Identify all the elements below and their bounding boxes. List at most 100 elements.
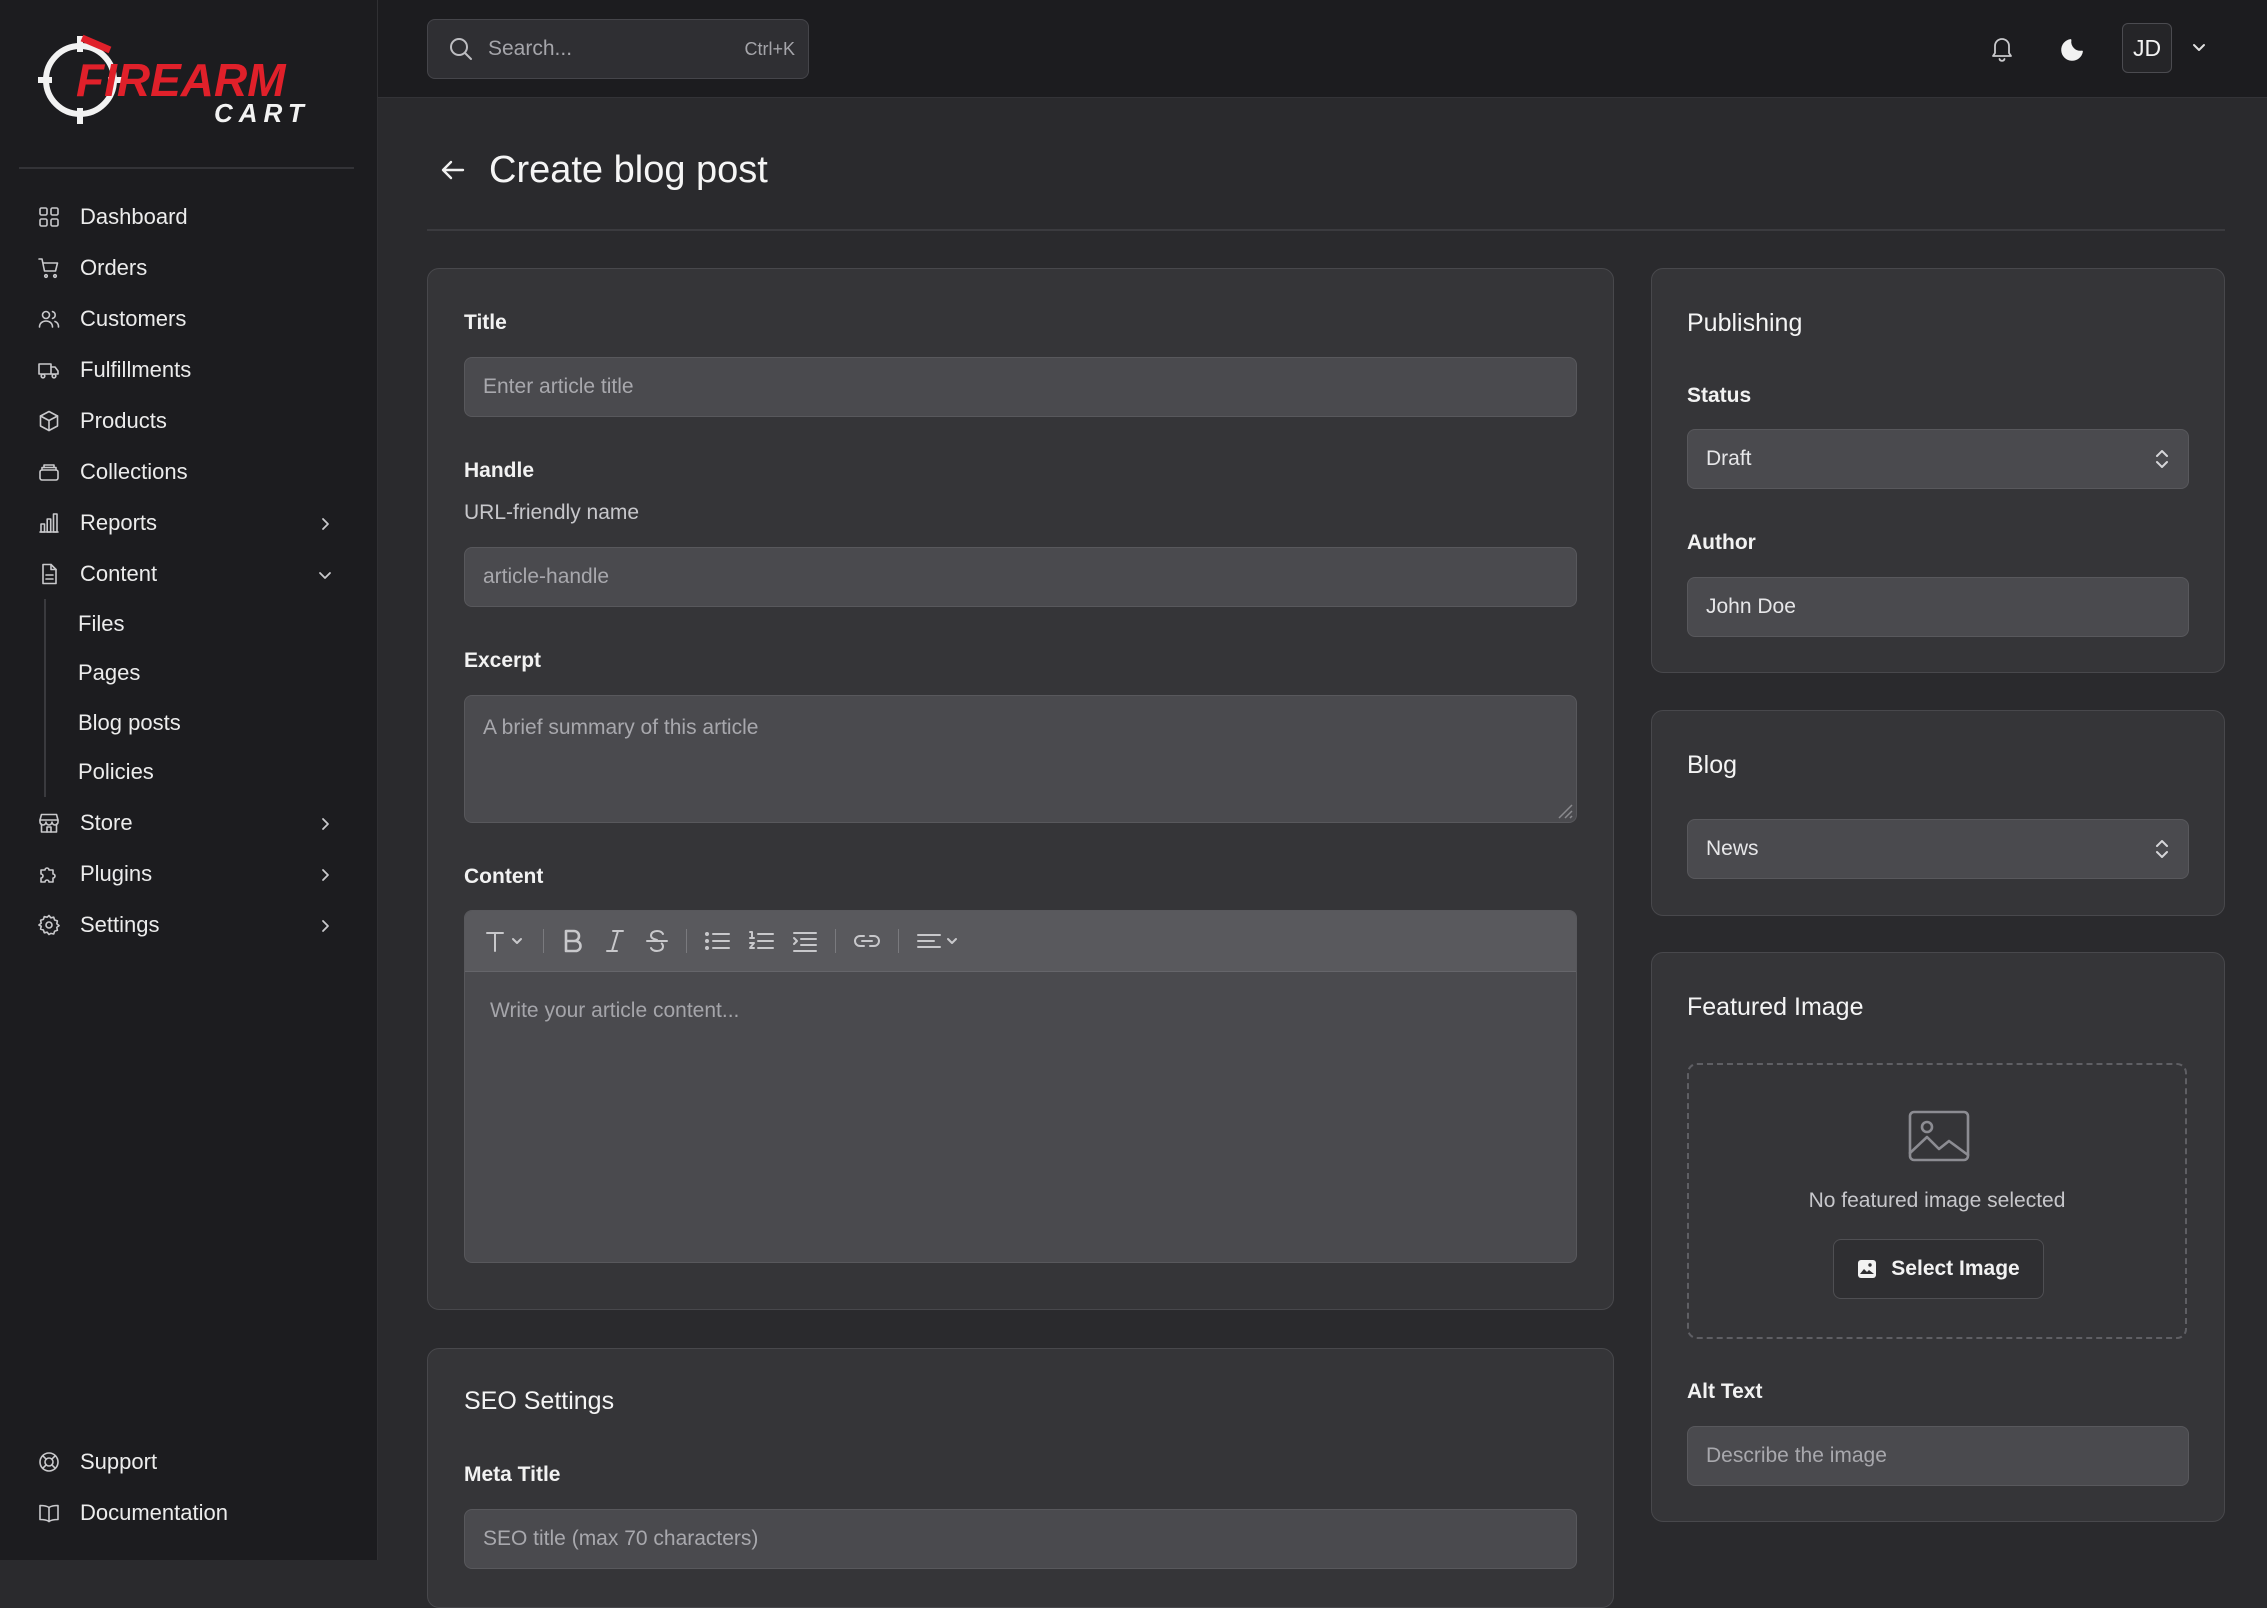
search-input[interactable]: Search... Ctrl+K: [427, 19, 809, 79]
sidebar-item-dashboard[interactable]: Dashboard: [0, 191, 378, 242]
author-value: John Doe: [1706, 595, 1796, 618]
sidebar-item-label: Store: [80, 809, 133, 835]
select-arrows-icon: [2150, 446, 2174, 472]
alt-text-label: Alt Text: [1687, 1380, 1763, 1403]
back-arrow-icon[interactable]: [437, 154, 469, 186]
sidebar-item-label: Products: [80, 407, 167, 433]
box-icon: [37, 409, 61, 433]
align-left-icon: [917, 934, 957, 948]
blog-select[interactable]: News: [1687, 819, 2189, 879]
toolbar-separator: [686, 929, 687, 953]
sidebar-item-fulfillments[interactable]: Fulfillments: [0, 344, 378, 395]
sidebar-item-store[interactable]: Store: [0, 797, 378, 848]
photo-icon: [1857, 1259, 1877, 1279]
editor-toolbar: [465, 911, 1576, 972]
rich-text-editor: Write your article content...: [464, 910, 1577, 1263]
sidebar-item-settings[interactable]: Settings: [0, 899, 378, 950]
sidebar-item-label: Plugins: [80, 860, 153, 886]
title-input[interactable]: Enter article title: [464, 357, 1577, 417]
strikethrough-icon: [646, 930, 668, 952]
select-arrows-icon: [2150, 836, 2174, 862]
truck-icon: [37, 358, 61, 382]
search-placeholder: Search...: [488, 37, 573, 60]
sidebar-item-documentation[interactable]: Documentation: [0, 1487, 378, 1538]
editor-placeholder[interactable]: Write your article content...: [490, 999, 739, 1023]
sidebar: FIREARM CART Dashboard Orders Customers …: [0, 0, 378, 1560]
strikethrough-button[interactable]: [644, 923, 670, 959]
select-image-button[interactable]: Select Image: [1833, 1239, 2044, 1299]
chevron-down-icon[interactable]: [2190, 38, 2208, 56]
moon-icon[interactable]: [2058, 32, 2090, 64]
author-input[interactable]: John Doe: [1687, 577, 2189, 637]
dashboard-icon: [37, 205, 61, 229]
meta-title-placeholder: SEO title (max 70 characters): [483, 1527, 759, 1550]
alt-text-input[interactable]: Describe the image: [1687, 1426, 2189, 1486]
sidebar-item-orders[interactable]: Orders: [0, 242, 378, 293]
meta-title-label: Meta Title: [464, 1463, 561, 1486]
align-dropdown[interactable]: [915, 923, 963, 959]
numbered-list-button[interactable]: [747, 923, 775, 959]
sidebar-item-collections[interactable]: Collections: [0, 446, 378, 497]
users-icon: [37, 307, 61, 331]
blog-value: News: [1706, 837, 1759, 860]
sidebar-item-label: Reports: [80, 509, 158, 535]
meta-title-input[interactable]: SEO title (max 70 characters): [464, 1509, 1577, 1569]
sidebar-item-content[interactable]: Content: [0, 548, 378, 599]
no-image-text: No featured image selected: [1808, 1189, 2066, 1212]
avatar[interactable]: JD: [2122, 23, 2172, 73]
page-header: Create blog post: [427, 140, 768, 200]
text-type-icon: [486, 932, 522, 952]
seo-settings-title: SEO Settings: [464, 1387, 615, 1415]
sidebar-item-label: Documentation: [80, 1499, 228, 1525]
status-select[interactable]: Draft: [1687, 429, 2189, 489]
blog-title: Blog: [1687, 751, 1738, 779]
sidebar-item-label: Customers: [80, 305, 187, 331]
toolbar-separator: [835, 929, 836, 953]
bold-icon: [564, 929, 582, 953]
sidebar-subitem-pages[interactable]: Pages: [44, 649, 378, 699]
search-icon: [450, 38, 472, 60]
link-button[interactable]: [852, 923, 882, 959]
sidebar-item-support[interactable]: Support: [0, 1436, 378, 1487]
bullet-list-icon: [705, 932, 730, 950]
search-shortcut: Ctrl+K: [744, 39, 795, 59]
page-title: Create blog post: [489, 148, 768, 191]
gear-icon: [37, 913, 61, 937]
sidebar-item-products[interactable]: Products: [0, 395, 378, 446]
collection-icon: [37, 460, 61, 484]
italic-button[interactable]: [602, 923, 628, 959]
puzzle-icon: [37, 862, 61, 886]
content-label: Content: [464, 865, 544, 888]
image-dropzone[interactable]: No featured image selected Select Image: [1687, 1063, 2187, 1339]
brand-logo[interactable]: FIREARM CART: [36, 30, 338, 130]
indent-button[interactable]: [791, 923, 819, 959]
sidebar-item-reports[interactable]: Reports: [0, 497, 378, 548]
status-value: Draft: [1706, 447, 1752, 470]
excerpt-label: Excerpt: [464, 649, 542, 672]
resize-handle-icon[interactable]: [1555, 801, 1573, 819]
bullet-list-button[interactable]: [703, 923, 731, 959]
bell-icon[interactable]: [1986, 32, 2018, 64]
sidebar-item-label: Orders: [80, 254, 148, 280]
title-placeholder: Enter article title: [483, 375, 634, 398]
sidebar-item-plugins[interactable]: Plugins: [0, 848, 378, 899]
sidebar-subitem-blog-posts[interactable]: Blog posts: [44, 698, 378, 748]
sidebar-item-label: Support: [80, 1448, 158, 1474]
bar-chart-icon: [37, 511, 61, 535]
italic-icon: [606, 930, 624, 952]
text-style-dropdown[interactable]: [483, 923, 527, 959]
chevron-right-icon: [316, 813, 334, 831]
sidebar-subitem-files[interactable]: Files: [44, 599, 378, 649]
bold-button[interactable]: [560, 923, 586, 959]
alt-text-placeholder: Describe the image: [1706, 1444, 1887, 1467]
handle-helper-text: URL-friendly name: [464, 501, 640, 524]
sidebar-subitem-policies[interactable]: Policies: [44, 748, 378, 798]
handle-input[interactable]: article-handle: [464, 547, 1577, 607]
select-image-label: Select Image: [1891, 1257, 2020, 1280]
chevron-right-icon: [316, 864, 334, 882]
excerpt-textarea[interactable]: A brief summary of this article: [464, 695, 1577, 823]
sidebar-divider: [19, 167, 354, 169]
sidebar-item-customers[interactable]: Customers: [0, 293, 378, 344]
document-icon: [37, 562, 61, 586]
sidebar-item-label: Content: [80, 560, 158, 586]
